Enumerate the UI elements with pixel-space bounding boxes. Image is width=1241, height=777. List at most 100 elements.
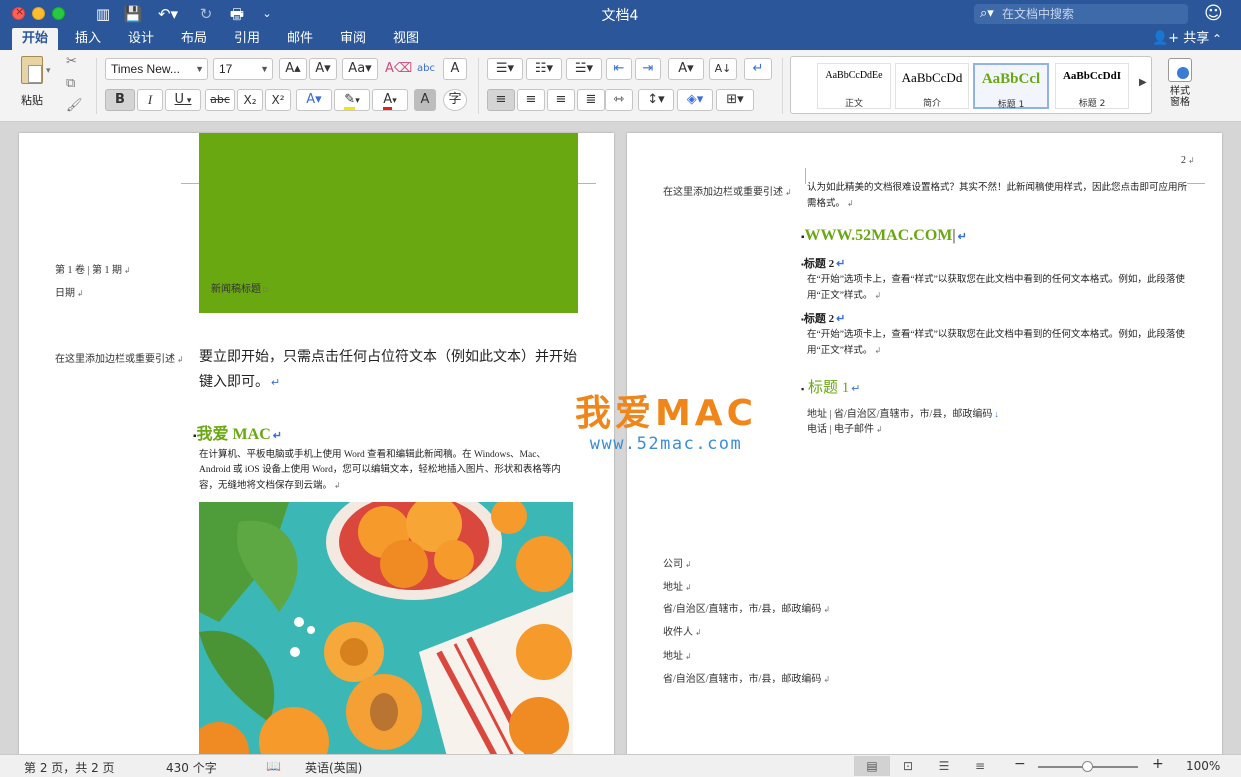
heading-2-b[interactable]: ▪标题 2 ↵ <box>801 312 845 327</box>
tab-review[interactable]: 审阅 <box>333 28 373 50</box>
grow-font-button[interactable]: A▴ <box>279 58 307 80</box>
zoom-out-button[interactable]: − <box>1014 756 1026 772</box>
bullets-button[interactable]: ☰▾ <box>487 58 523 80</box>
zoom-level[interactable]: 100% <box>1186 759 1220 773</box>
mail-recipient-city[interactable]: 省/自治区/直辖市，市/县，邮政编码 ↲ <box>663 670 830 685</box>
sidebar-quote[interactable]: 在这里添加边栏或重要引述 ↲ <box>55 350 184 365</box>
language[interactable]: 英语(英国) <box>305 759 362 776</box>
mail-address[interactable]: 地址 ↲ <box>663 578 692 593</box>
italic-button[interactable]: I <box>137 89 163 111</box>
page-number[interactable]: 2 ↲ <box>1181 155 1195 166</box>
page-count[interactable]: 第 2 页，共 2 页 <box>24 759 115 776</box>
feedback-smiley-icon[interactable]: ☺ <box>1204 3 1223 24</box>
heading-i-love-mac[interactable]: ▪我爱 MAC ↵ <box>193 420 282 444</box>
tab-references[interactable]: 引用 <box>227 28 267 50</box>
paste-button[interactable]: 粘贴 <box>10 56 54 116</box>
style-subtitle[interactable]: AaBbCcDd 简介 <box>895 63 969 109</box>
web-layout-view-button[interactable]: ⊡ <box>890 756 926 776</box>
share-button[interactable]: 👤+ 共享 <box>1152 28 1209 50</box>
tab-home[interactable]: 开始 <box>12 28 58 50</box>
customize-toolbar-icon[interactable]: ⌄ <box>258 4 276 24</box>
tab-layout[interactable]: 布局 <box>174 28 214 50</box>
outline-view-button[interactable]: ☰ <box>926 756 962 776</box>
character-shading-button[interactable]: A <box>414 89 436 111</box>
style-heading-2[interactable]: AaBbCcDdI 标题 2 <box>1055 63 1129 109</box>
tab-mailings[interactable]: 邮件 <box>280 28 320 50</box>
text-effects-button[interactable]: A▾ <box>296 89 332 111</box>
print-icon[interactable]: 🖶 <box>226 4 248 24</box>
align-right-button[interactable]: ≡ <box>547 89 575 111</box>
mail-company[interactable]: 公司 ↲ <box>663 555 692 570</box>
sidebar-toggle-icon[interactable]: ▥ <box>92 4 114 24</box>
align-left-button[interactable]: ≡ <box>487 89 515 111</box>
zoom-slider-thumb[interactable] <box>1082 761 1093 772</box>
redo-icon[interactable]: ↻ <box>196 4 216 24</box>
superscript-button[interactable]: X² <box>265 89 291 111</box>
justify-button[interactable]: ≣ <box>577 89 605 111</box>
minimize-window-button[interactable] <box>32 7 45 20</box>
date-field[interactable]: 日期 ↲ <box>55 284 84 299</box>
phonetic-guide-button[interactable]: 字 <box>443 89 467 111</box>
styles-pane-button[interactable]: 样式 窗格 <box>1160 58 1200 108</box>
address-line[interactable]: 地址 | 省/自治区/直辖市，市/县，邮政编码 ↓ <box>807 405 999 420</box>
header-banner[interactable]: 新闻稿标题 ◘ <box>199 133 578 313</box>
text-effects-abc-icon[interactable]: abc <box>414 58 438 80</box>
search-input[interactable]: ⌕▾ 在文档中搜索 <box>974 4 1188 24</box>
increase-indent-button[interactable]: ⇥ <box>635 58 661 80</box>
shading-button[interactable]: ◈▾ <box>677 89 713 111</box>
align-center-button[interactable]: ≡ <box>517 89 545 111</box>
paste-options-chevron-icon[interactable]: ▾ <box>46 66 51 76</box>
shrink-font-button[interactable]: A▾ <box>309 58 337 80</box>
tab-insert[interactable]: 插入 <box>68 28 108 50</box>
undo-icon[interactable]: ↶▾ <box>153 4 183 24</box>
numbering-button[interactable]: ☷▾ <box>526 58 562 80</box>
character-border-button[interactable]: A <box>443 58 467 80</box>
styles-next-arrow-icon[interactable]: ▶ <box>1139 77 1147 88</box>
copy-icon[interactable]: ⧉ <box>66 76 75 91</box>
style-normal[interactable]: AaBbCcDdEe 正文 <box>817 63 891 109</box>
body-paragraph-b[interactable]: 在“开始”选项卡上，查看“样式”以获取您在此文档中看到的任何文本格式。例如，此段… <box>807 328 1189 359</box>
tab-view[interactable]: 视图 <box>386 28 426 50</box>
change-case-button[interactable]: Aa▾ <box>342 58 378 80</box>
phone-line[interactable]: 电话 | 电子邮件 ↲ <box>807 420 883 435</box>
mail-recipient-address[interactable]: 地址 ↲ <box>663 647 692 662</box>
maximize-window-button[interactable] <box>52 7 65 20</box>
style-heading-1[interactable]: AaBbCcl 标题 1 <box>973 63 1049 110</box>
site-heading[interactable]: ▪WWW.52MAC.COM| ↵ <box>801 227 967 245</box>
show-paragraph-marks-button[interactable]: ↵ <box>744 58 772 80</box>
font-size-select[interactable]: 17 ▼ <box>213 58 273 80</box>
apricots-photo[interactable] <box>199 502 573 754</box>
intro-paragraph-2[interactable]: 认为如此精美的文档很难设置格式？其实不然！此新闻稿使用样式，因此您点击即可应用所… <box>807 181 1187 212</box>
distributed-button[interactable]: ⇿ <box>605 89 633 111</box>
print-layout-view-button[interactable]: ▤ <box>854 756 890 776</box>
body-paragraph-a[interactable]: 在“开始”选项卡上，查看“样式”以获取您在此文档中看到的任何文本格式。例如，此段… <box>807 273 1189 304</box>
heading-1[interactable]: ▪ 标题 1 ↵ <box>801 376 860 397</box>
clear-formatting-icon[interactable]: A⌫ <box>384 58 412 80</box>
sort-button[interactable]: A↓ <box>709 58 737 80</box>
word-count[interactable]: 430 个字 <box>166 759 217 776</box>
decrease-indent-button[interactable]: ⇤ <box>606 58 632 80</box>
proofing-icon[interactable]: 📖 <box>266 759 281 773</box>
format-painter-icon[interactable]: 🖌 <box>66 98 83 113</box>
text-direction-button[interactable]: A▾ <box>668 58 704 80</box>
mail-recipient[interactable]: 收件人 ↲ <box>663 623 702 638</box>
cut-icon[interactable]: ✂ <box>66 54 77 69</box>
multilevel-list-button[interactable]: ☱▾ <box>566 58 602 80</box>
volume-issue[interactable]: 第 1 卷 | 第 1 期 ↲ <box>55 261 131 276</box>
underline-button[interactable]: U ▾ <box>165 89 201 111</box>
draft-view-button[interactable]: ≡ <box>962 756 998 776</box>
font-color-button[interactable]: A▾ <box>372 89 408 111</box>
bold-button[interactable]: B <box>105 89 135 111</box>
newsletter-title[interactable]: 新闻稿标题 ◘ <box>211 280 268 295</box>
mail-city[interactable]: 省/自治区/直辖市，市/县，邮政编码 ↲ <box>663 600 830 615</box>
zoom-in-button[interactable]: + <box>1152 756 1164 772</box>
font-name-select[interactable]: Times New... ▼ <box>105 58 208 80</box>
close-window-button[interactable] <box>12 5 25 20</box>
tab-design[interactable]: 设计 <box>121 28 161 50</box>
sidebar-quote-2[interactable]: 在这里添加边栏或重要引述 ↲ <box>663 183 792 198</box>
line-spacing-button[interactable]: ↕▾ <box>638 89 674 111</box>
highlight-color-button[interactable]: ✎▾ <box>334 89 370 111</box>
intro-paragraph[interactable]: 要立即开始，只需点击任何占位符文本（例如此文本）并开始键入即可。 ↵ <box>199 345 589 396</box>
subscript-button[interactable]: X₂ <box>237 89 263 111</box>
heading-2-a[interactable]: ▪标题 2 ↵ <box>801 257 845 272</box>
